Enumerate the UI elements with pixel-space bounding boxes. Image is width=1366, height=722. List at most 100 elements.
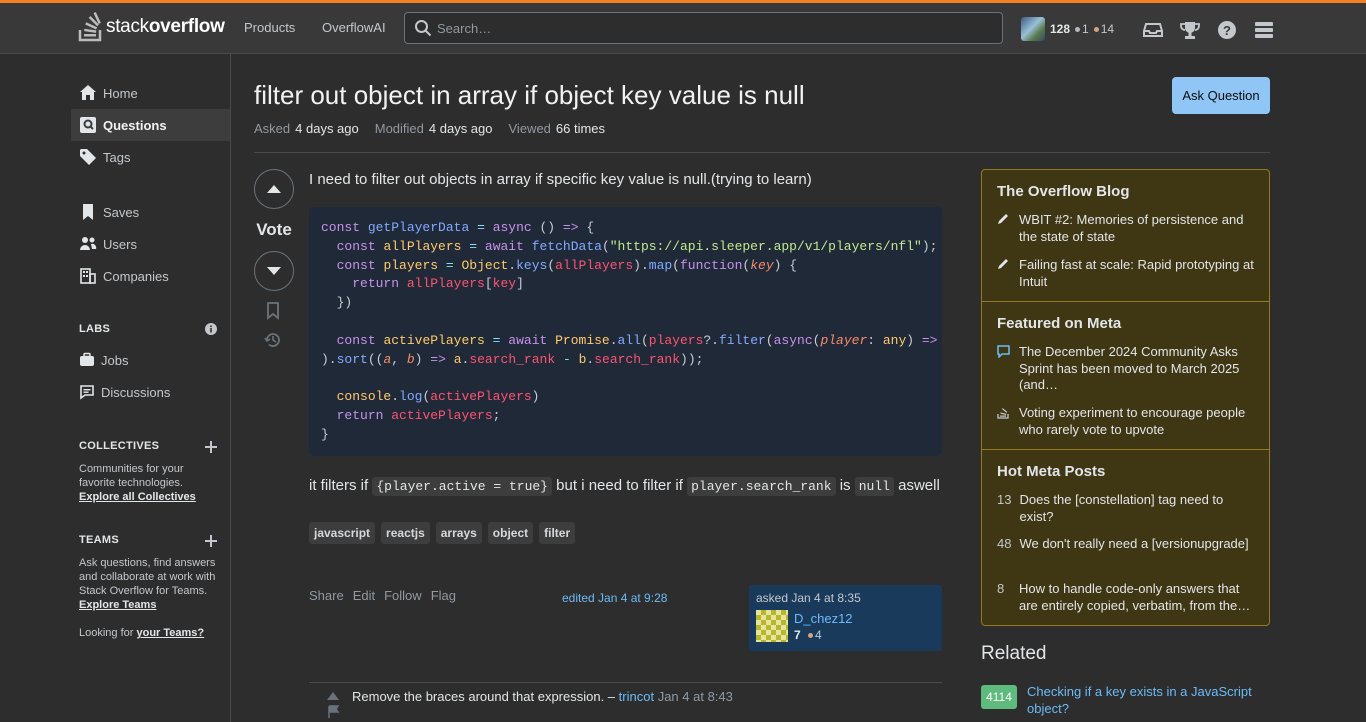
history-icon[interactable] <box>264 331 282 352</box>
teams-description: Ask questions, find answers and collabor… <box>79 557 216 611</box>
hot-meta-item[interactable]: 13 Does the [constellation] tag need to … <box>997 492 1257 525</box>
sidebar-item-label: Questions <box>103 117 167 133</box>
avatar <box>1021 17 1045 41</box>
comment-flag-icon[interactable] <box>327 705 341 722</box>
briefcase-icon <box>80 352 94 366</box>
achievements-icon[interactable] <box>1180 20 1200 40</box>
hot-meta-item[interactable]: 8 How to handle code-only answers that a… <box>997 581 1257 614</box>
hot-meta-heading: Hot Meta Posts <box>997 463 1106 480</box>
info-icon[interactable] <box>205 323 217 338</box>
help-icon[interactable]: ? <box>1217 20 1237 40</box>
inline-code: null <box>854 477 894 496</box>
sidebar-item-discussions[interactable]: Discussions <box>71 376 230 408</box>
page-title: filter out object in array if object key… <box>254 80 805 110</box>
stackoverflow-logo[interactable]: stackoverflow <box>78 12 225 42</box>
question-meta: Asked 4 days ago Modified 4 days ago Viewe… <box>254 121 606 136</box>
overflow-blog-widget: The Overflow Blog WBIT #2: Memories of p… <box>981 169 1270 626</box>
looking-for-teams: Looking for your Teams? <box>79 627 205 639</box>
sidebar-item-saves[interactable]: Saves <box>71 196 230 228</box>
inline-code: {player.active = true} <box>372 477 552 496</box>
companies-icon <box>80 268 96 284</box>
hot-meta-item[interactable]: 48 We don't really need a [versionupgrad… <box>997 536 1257 553</box>
comment-time: Jan 4 at 8:43 <box>657 689 733 704</box>
sidebar-item-tags[interactable]: Tags <box>71 141 230 173</box>
tag-reactjs[interactable]: reactjs <box>381 522 430 544</box>
meta-item[interactable]: Voting experiment to encourage people wh… <box>997 405 1257 438</box>
comment-divider <box>309 682 942 683</box>
silver-badge-icon <box>1075 27 1081 33</box>
follow-link[interactable]: Follow <box>384 588 422 603</box>
blog-item[interactable]: Failing fast at scale: Rapid prototyping… <box>997 257 1257 290</box>
user-profile[interactable]: 128 1 14 <box>1021 17 1114 41</box>
bookmark-icon <box>83 204 93 220</box>
asker-name[interactable]: D_chez12 <box>794 611 853 626</box>
nav-products[interactable]: Products <box>244 20 295 35</box>
comment: Remove the braces around that expression… <box>352 689 733 704</box>
labs-heading: LABS <box>79 323 111 335</box>
share-link[interactable]: Share <box>309 588 344 603</box>
logo-text-light: stack <box>106 16 149 37</box>
your-teams-link[interactable]: your Teams? <box>137 627 205 639</box>
site-switcher-icon[interactable] <box>1254 20 1274 40</box>
sidebar-item-label: Home <box>103 85 138 101</box>
blog-item[interactable]: WBIT #2: Memories of persistence and the… <box>997 212 1257 245</box>
tag-icon <box>80 149 96 165</box>
bronze-badge-icon <box>1093 27 1099 33</box>
stack-logo-icon <box>997 405 1011 438</box>
related-heading: Related <box>981 643 1047 664</box>
sidebar-item-home[interactable]: Home <box>71 77 230 109</box>
upvote-button[interactable] <box>254 169 294 209</box>
home-icon <box>80 85 96 100</box>
sidebar-item-jobs[interactable]: Jobs <box>71 344 230 376</box>
tag-filter[interactable]: filter <box>539 522 576 544</box>
add-team-icon[interactable] <box>205 535 217 547</box>
inbox-icon[interactable] <box>1143 20 1163 40</box>
divider <box>982 449 1269 450</box>
sidebar-item-label: Users <box>103 236 137 252</box>
meta-item[interactable]: The December 2024 Community Asks Sprint … <box>997 344 1257 394</box>
asker-reputation: 7 4 <box>794 628 822 642</box>
modified-value[interactable]: 4 days ago <box>429 121 493 136</box>
sidebar-item-users[interactable]: Users <box>71 228 230 260</box>
related-question-link[interactable]: Checking if a key exists in a JavaScript… <box>1027 684 1257 717</box>
code-block: const getPlayerData = async () => { cons… <box>309 207 942 456</box>
comment-upvote-icon[interactable] <box>326 689 340 704</box>
search-input[interactable]: Search… <box>404 12 1003 44</box>
add-collective-icon[interactable] <box>205 441 217 453</box>
tag-object[interactable]: object <box>487 522 534 544</box>
downvote-button[interactable] <box>254 251 294 291</box>
sidebar-item-questions[interactable]: Questions <box>71 109 230 141</box>
divider <box>982 301 1269 302</box>
question-body-followup: it filters if {player.active = true} but… <box>309 477 940 496</box>
asked-value: 4 days ago <box>295 121 359 136</box>
edited-link[interactable]: edited Jan 4 at 9:28 <box>562 591 667 605</box>
inline-code: player.search_rank <box>687 477 836 496</box>
meta-heading: Featured on Meta <box>997 315 1122 332</box>
sidebar-item-companies[interactable]: Companies <box>71 260 230 292</box>
tag-javascript[interactable]: javascript <box>309 522 376 544</box>
bookmark-icon[interactable] <box>266 302 280 323</box>
edit-link[interactable]: Edit <box>353 588 375 603</box>
post-actions: Share Edit Follow Flag <box>309 588 456 603</box>
nav-overflowai[interactable]: OverflowAI <box>322 20 386 35</box>
vote-label: Vote <box>256 220 292 239</box>
teams-heading: TEAMS <box>79 534 119 546</box>
reputation: 128 <box>1050 22 1071 36</box>
question-body-intro: I need to filter out objects in array if… <box>309 171 812 188</box>
tag-list: javascript reactjs arrays object filter <box>309 522 576 544</box>
ask-question-button[interactable]: Ask Question <box>1172 77 1270 114</box>
bronze-count: 14 <box>1100 22 1115 36</box>
tag-arrays[interactable]: arrays <box>435 522 482 544</box>
comment-user[interactable]: trincot <box>619 689 654 704</box>
sidebar-item-label: Discussions <box>101 384 171 400</box>
blog-heading: The Overflow Blog <box>997 183 1130 200</box>
arrow-up-icon <box>267 185 281 193</box>
explore-collectives-link[interactable]: Explore all Collectives <box>79 491 196 503</box>
explore-teams-link[interactable]: Explore Teams <box>79 599 156 611</box>
flag-link[interactable]: Flag <box>431 588 456 603</box>
arrow-down-icon <box>267 267 281 275</box>
divider <box>254 152 1270 153</box>
avatar[interactable] <box>756 610 788 642</box>
silver-count: 1 <box>1082 22 1089 36</box>
discussions-icon <box>80 385 94 400</box>
